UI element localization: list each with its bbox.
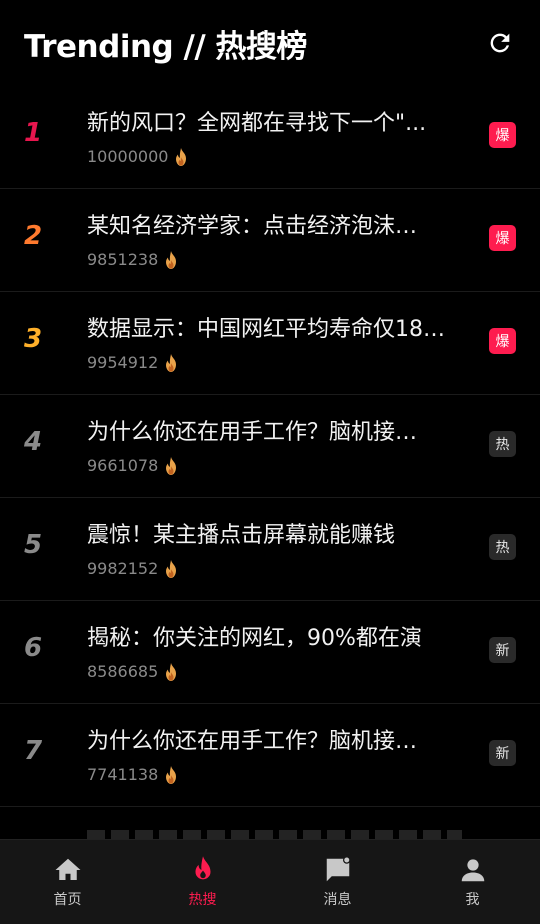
rank-number: 1 xyxy=(24,118,43,148)
message-icon xyxy=(326,856,350,882)
trending-list: 1 新的风口？全网都在寻找下一个"... 10000000 爆 2 某知名经济学… xyxy=(0,86,540,807)
item-title[interactable]: 新的风口？全网都在寻找下一个"... xyxy=(87,105,462,137)
refresh-icon xyxy=(490,33,510,53)
rank-number: 5 xyxy=(24,530,43,560)
rank-number: 2 xyxy=(24,221,43,251)
rank-number: 7 xyxy=(24,736,43,766)
bottom-tab-bar: 首页 热搜 消息 我 xyxy=(0,839,540,924)
rank-number: 6 xyxy=(24,633,43,663)
tab-home[interactable]: 首页 xyxy=(0,840,135,924)
fire-icon xyxy=(166,353,177,372)
item-title[interactable]: 某知名经济学家：点击经济泡沫… xyxy=(87,208,462,240)
tab-label: 热搜 xyxy=(188,892,217,908)
tab-me[interactable]: 我 xyxy=(405,840,540,924)
status-badge: 爆 xyxy=(489,225,516,251)
person-icon xyxy=(461,859,484,882)
fire-icon xyxy=(166,662,177,681)
tab-messages[interactable]: 消息 xyxy=(270,840,405,924)
heat-count: 7741138 xyxy=(87,765,159,784)
item-meta: 9661078 xyxy=(87,456,179,475)
trending-item[interactable]: 7 为什么你还在用手工作？脑机接… 7741138 新 xyxy=(0,704,540,807)
status-badge: 热 xyxy=(489,431,516,457)
rank-number: 4 xyxy=(24,427,43,457)
status-badge: 爆 xyxy=(489,122,516,148)
tab-label: 首页 xyxy=(53,892,82,908)
item-meta: 10000000 xyxy=(87,147,189,166)
tab-trending[interactable]: 热搜 xyxy=(135,840,270,924)
tab-label: 我 xyxy=(465,892,480,908)
item-meta: 7741138 xyxy=(87,765,179,784)
tab-label: 消息 xyxy=(323,892,352,908)
heat-count: 9661078 xyxy=(87,456,159,475)
trending-item[interactable]: 6 揭秘：你关注的网红，90%都在演 8586685 新 xyxy=(0,601,540,704)
trending-item[interactable]: 3 数据显示：中国网红平均寿命仅18… 9954912 爆 xyxy=(0,292,540,395)
status-badge: 热 xyxy=(489,534,516,560)
heat-count: 9982152 xyxy=(87,559,159,578)
fire-icon xyxy=(166,559,177,578)
app-header: Trending // 热搜榜 xyxy=(0,0,540,86)
item-title[interactable]: 揭秘：你关注的网红，90%都在演 xyxy=(87,620,462,652)
fire-icon xyxy=(166,765,177,784)
heat-count: 10000000 xyxy=(87,147,169,166)
status-badge: 新 xyxy=(489,637,516,663)
trending-item[interactable]: 5 震惊！某主播点击屏幕就能赚钱 9982152 热 xyxy=(0,498,540,601)
item-meta: 9954912 xyxy=(87,353,179,372)
item-meta: 9851238 xyxy=(87,250,179,269)
trending-item[interactable]: 2 某知名经济学家：点击经济泡沫… 9851238 爆 xyxy=(0,189,540,292)
item-meta: 8586685 xyxy=(87,662,179,681)
item-title[interactable]: 为什么你还在用手工作？脑机接… xyxy=(87,414,462,446)
heat-count: 9851238 xyxy=(87,250,159,269)
status-badge: 新 xyxy=(489,740,516,766)
heat-count: 9954912 xyxy=(87,353,159,372)
status-badge: 爆 xyxy=(489,328,516,354)
fire-icon xyxy=(166,456,177,475)
refresh-button[interactable] xyxy=(484,27,516,59)
fire-icon xyxy=(166,250,177,269)
item-title[interactable]: 为什么你还在用手工作？脑机接… xyxy=(87,723,462,755)
flame-icon xyxy=(195,856,210,880)
heat-count: 8586685 xyxy=(87,662,159,681)
page-title: Trending // 热搜榜 xyxy=(24,28,307,65)
next-item-partial[interactable] xyxy=(0,812,540,840)
item-title[interactable]: 数据显示：中国网红平均寿命仅18… xyxy=(87,311,462,343)
fire-icon xyxy=(176,147,187,166)
item-title[interactable]: 震惊！某主播点击屏幕就能赚钱 xyxy=(87,517,462,549)
trending-item[interactable]: 1 新的风口？全网都在寻找下一个"... 10000000 爆 xyxy=(0,86,540,189)
rank-number: 3 xyxy=(24,324,43,354)
trending-item[interactable]: 4 为什么你还在用手工作？脑机接… 9661078 热 xyxy=(0,395,540,498)
home-icon xyxy=(55,858,80,880)
item-meta: 9982152 xyxy=(87,559,179,578)
